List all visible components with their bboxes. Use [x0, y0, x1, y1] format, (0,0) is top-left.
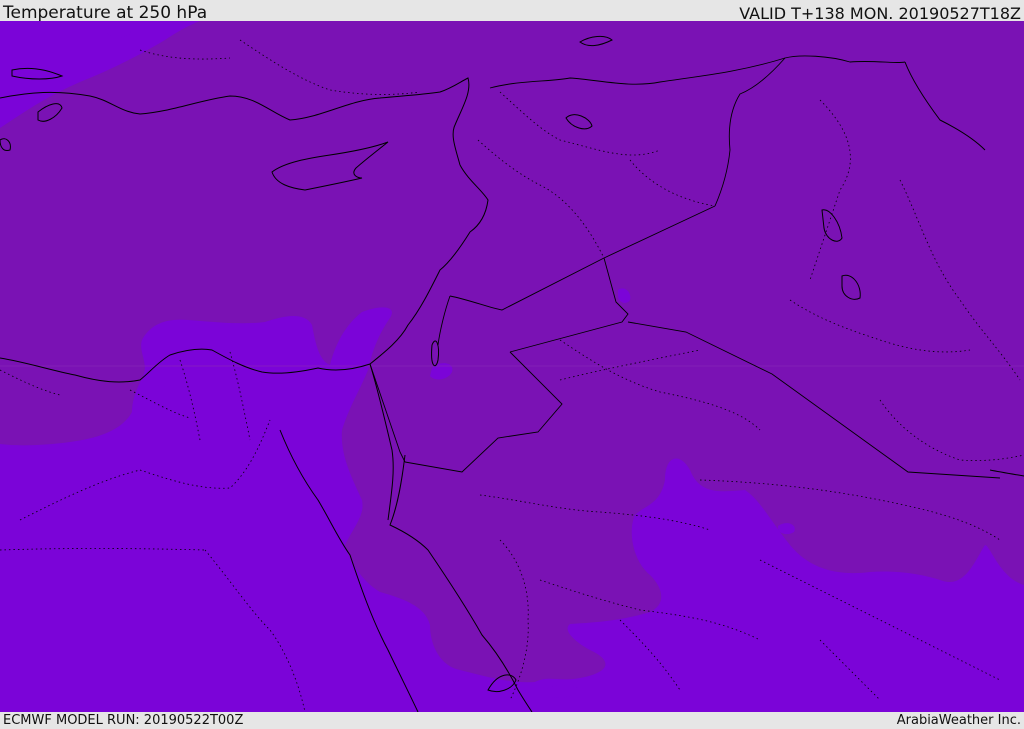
title-bar: Temperature at 250 hPa VALID T+138 MON. … [0, 0, 1024, 23]
temperature-map[interactable] [0, 21, 1024, 712]
map-title: Temperature at 250 hPa [3, 3, 208, 23]
model-run-label: ECMWF MODEL RUN: 20190522T00Z [3, 713, 244, 728]
footer-bar: ECMWF MODEL RUN: 20190522T00Z ArabiaWeat… [0, 712, 1024, 729]
map-canvas [0, 21, 1024, 712]
credit-label: ArabiaWeather Inc. [896, 713, 1021, 728]
